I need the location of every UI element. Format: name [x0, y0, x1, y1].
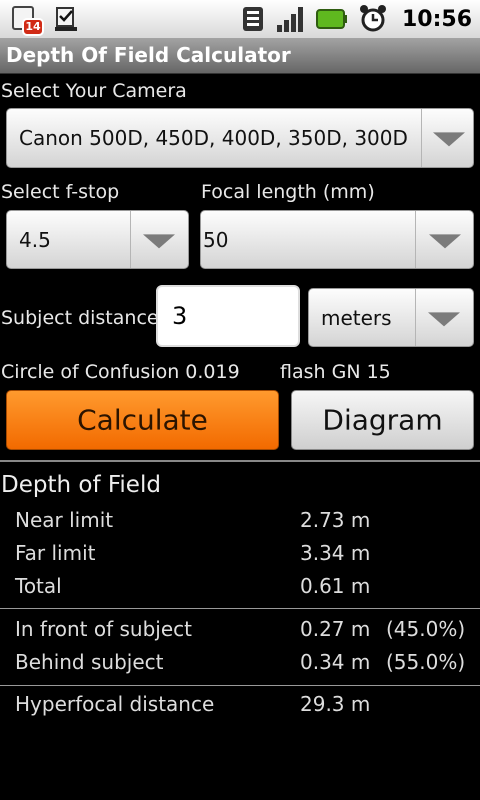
focal-length-label: Focal length (mm)	[201, 181, 375, 203]
calculate-button-label: Calculate	[77, 403, 208, 437]
chevron-down-icon	[433, 132, 465, 147]
chevron-down-icon	[143, 233, 175, 248]
results-divider	[0, 608, 480, 609]
fstop-selected: 4.5	[19, 227, 51, 252]
diagram-button-label: Diagram	[322, 403, 443, 437]
front-of-subject-percent: (45.0%)	[386, 617, 466, 641]
hyperfocal-label: Hyperfocal distance	[15, 692, 215, 716]
total-label: Total	[15, 574, 62, 598]
behind-subject-value: 0.34 m	[300, 650, 371, 674]
near-limit-value: 2.73 m	[300, 508, 371, 532]
focal-length-spinner[interactable]: 50	[200, 210, 474, 269]
battery-icon	[315, 9, 347, 29]
status-bar: 14 10:56	[0, 0, 480, 38]
wifi-icon	[242, 7, 263, 31]
circle-of-confusion: Circle of Confusion 0.019	[1, 361, 240, 383]
subject-distance-label: Subject distance	[1, 307, 159, 329]
hyperfocal-value: 29.3 m	[300, 692, 371, 716]
focal-length-selected: 50	[203, 227, 229, 252]
title-bar: Depth Of Field Calculator	[0, 38, 480, 74]
calculate-button[interactable]: Calculate	[6, 390, 279, 450]
far-limit-label: Far limit	[15, 541, 96, 565]
clock-time: 10:56	[401, 6, 472, 32]
chevron-down-icon	[428, 311, 460, 326]
task-check-icon[interactable]	[54, 5, 78, 33]
section-divider	[0, 460, 480, 462]
far-limit-value: 3.34 m	[300, 541, 371, 565]
distance-unit-spinner[interactable]: meters	[308, 288, 474, 347]
calendar-badge: 14	[22, 18, 44, 36]
total-value: 0.61 m	[300, 574, 371, 598]
near-limit-label: Near limit	[15, 508, 114, 532]
behind-subject-label: Behind subject	[15, 650, 164, 674]
subject-distance-input[interactable]: 3	[156, 285, 300, 347]
app-title: Depth Of Field Calculator	[6, 43, 291, 67]
alarm-clock-icon	[359, 5, 386, 32]
results-divider	[0, 685, 480, 686]
fstop-label: Select f-stop	[1, 181, 120, 203]
diagram-button[interactable]: Diagram	[291, 390, 474, 450]
signal-strength-icon	[276, 7, 303, 32]
results-heading: Depth of Field	[1, 472, 161, 498]
flash-gn: flash GN 15	[280, 361, 391, 383]
front-of-subject-value: 0.27 m	[300, 617, 371, 641]
distance-unit-selected: meters	[321, 305, 392, 330]
camera-spinner[interactable]: Canon 500D, 450D, 400D, 350D, 300D	[6, 108, 474, 168]
fstop-spinner[interactable]: 4.5	[6, 210, 189, 269]
front-of-subject-label: In front of subject	[15, 617, 192, 641]
subject-distance-value: 3	[172, 302, 188, 330]
camera-label: Select Your Camera	[1, 80, 187, 102]
chevron-down-icon	[429, 233, 461, 248]
behind-subject-percent: (55.0%)	[386, 650, 466, 674]
calendar-notification-icon[interactable]: 14	[10, 4, 44, 36]
camera-selected: Canon 500D, 450D, 400D, 350D, 300D	[19, 126, 408, 150]
